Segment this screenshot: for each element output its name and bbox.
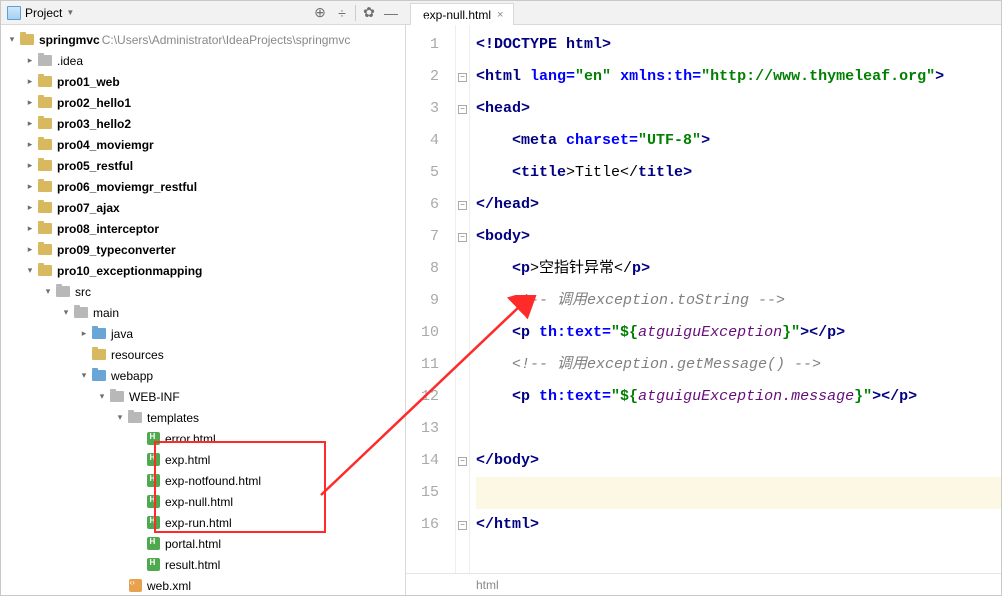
html-file-icon [147, 474, 160, 487]
tree-item-module-open[interactable]: ▾pro10_exceptionmapping [1, 260, 405, 281]
module-icon [38, 76, 52, 87]
source-folder-icon [92, 328, 106, 339]
tree-file[interactable]: ▸portal.html [1, 533, 405, 554]
fold-icon[interactable]: − [458, 521, 467, 530]
tree-item-module[interactable]: ▸pro08_interceptor [1, 218, 405, 239]
tree-item-main[interactable]: ▾main [1, 302, 405, 323]
chevron-right-icon[interactable]: ▸ [23, 160, 37, 171]
code-editor[interactable]: 1234 5678 9101112 13141516 − − − − − − <… [406, 25, 1001, 595]
fold-icon[interactable]: − [458, 105, 467, 114]
hide-icon[interactable]: — [382, 4, 400, 22]
html-file-icon [147, 495, 160, 508]
html-file-icon [147, 537, 160, 550]
tree-item-module[interactable]: ▸pro01_web [1, 71, 405, 92]
xml-file-icon [129, 579, 142, 592]
html-file-icon [147, 558, 160, 571]
fold-icon[interactable]: − [458, 457, 467, 466]
tree-item-templates[interactable]: ▾templates [1, 407, 405, 428]
folder-icon [110, 391, 124, 402]
select-opened-file-icon[interactable]: ⊕ [311, 4, 329, 22]
chevron-down-icon[interactable]: ▾ [113, 412, 127, 423]
tree-file-webxml[interactable]: ▸web.xml [1, 575, 405, 595]
collapse-all-icon[interactable]: ÷ [333, 4, 351, 22]
html-file-icon [147, 516, 160, 529]
tree-item-java[interactable]: ▸java [1, 323, 405, 344]
tree-item-module[interactable]: ▸pro05_restful [1, 155, 405, 176]
resources-folder-icon [92, 349, 106, 360]
editor-tabs-bar: exp-null.html × [406, 1, 1001, 24]
gear-icon[interactable]: ✿ [360, 4, 378, 22]
html-file-icon [147, 453, 160, 466]
editor-breadcrumb[interactable]: html [406, 573, 1001, 595]
tree-item-module[interactable]: ▸pro02_hello1 [1, 92, 405, 113]
module-icon [38, 160, 52, 171]
folder-icon [56, 286, 70, 297]
project-tool-label[interactable]: Project [25, 6, 62, 20]
tree-item-module[interactable]: ▸pro04_moviemgr [1, 134, 405, 155]
code-area[interactable]: <!DOCTYPE html> <html lang="en" xmlns:th… [470, 25, 1001, 573]
folder-icon [74, 307, 88, 318]
folder-icon [20, 34, 34, 45]
chevron-down-icon[interactable]: ▼ [66, 8, 74, 17]
editor-tab-exp-null[interactable]: exp-null.html × [410, 3, 514, 25]
tree-file[interactable]: ▸exp-notfound.html [1, 470, 405, 491]
chevron-right-icon[interactable]: ▸ [23, 55, 37, 66]
chevron-right-icon[interactable]: ▸ [23, 244, 37, 255]
chevron-right-icon[interactable]: ▸ [23, 76, 37, 87]
divider [355, 5, 356, 21]
chevron-right-icon[interactable]: ▸ [23, 139, 37, 150]
module-icon [38, 244, 52, 255]
module-icon [38, 202, 52, 213]
breadcrumb-item[interactable]: html [476, 578, 499, 592]
chevron-down-icon[interactable]: ▾ [23, 265, 37, 276]
project-icon [7, 6, 21, 20]
module-icon [38, 223, 52, 234]
module-icon [38, 97, 52, 108]
current-line [476, 477, 1001, 509]
chevron-right-icon[interactable]: ▸ [23, 97, 37, 108]
tree-item-src[interactable]: ▾src [1, 281, 405, 302]
tree-root[interactable]: ▾ springmvc C:\Users\Administrator\IdeaP… [1, 29, 405, 50]
chevron-right-icon[interactable]: ▸ [23, 202, 37, 213]
chevron-down-icon[interactable]: ▾ [41, 286, 55, 297]
module-icon [38, 265, 52, 276]
tree-file[interactable]: ▸result.html [1, 554, 405, 575]
tree-item-webapp[interactable]: ▾webapp [1, 365, 405, 386]
fold-icon[interactable]: − [458, 233, 467, 242]
module-icon [38, 181, 52, 192]
tree-file[interactable]: ▸exp.html [1, 449, 405, 470]
chevron-down-icon[interactable]: ▾ [5, 34, 19, 45]
tree-file[interactable]: ▸exp-null.html [1, 491, 405, 512]
tree-file[interactable]: ▸exp-run.html [1, 512, 405, 533]
tree-item-webinf[interactable]: ▾WEB-INF [1, 386, 405, 407]
chevron-right-icon[interactable]: ▸ [77, 328, 91, 339]
tree-item-module[interactable]: ▸pro06_moviemgr_restful [1, 176, 405, 197]
chevron-down-icon[interactable]: ▾ [95, 391, 109, 402]
fold-icon[interactable]: − [458, 201, 467, 210]
html-file-icon [147, 432, 160, 445]
chevron-right-icon[interactable]: ▸ [23, 118, 37, 129]
project-tree[interactable]: ▾ springmvc C:\Users\Administrator\IdeaP… [1, 25, 406, 595]
tree-item-module[interactable]: ▸pro09_typeconverter [1, 239, 405, 260]
module-icon [38, 139, 52, 150]
close-tab-icon[interactable]: × [495, 9, 505, 21]
tree-file[interactable]: ▸error.html [1, 428, 405, 449]
tree-item-module[interactable]: ▸pro03_hello2 [1, 113, 405, 134]
chevron-right-icon[interactable]: ▸ [23, 181, 37, 192]
chevron-right-icon[interactable]: ▸ [23, 223, 37, 234]
chevron-down-icon[interactable]: ▾ [77, 370, 91, 381]
chevron-down-icon[interactable]: ▾ [59, 307, 73, 318]
tree-item-resources[interactable]: ▸resources [1, 344, 405, 365]
folder-icon [38, 55, 52, 66]
web-folder-icon [92, 370, 106, 381]
fold-gutter: − − − − − − [456, 25, 470, 573]
fold-icon[interactable]: − [458, 73, 467, 82]
tab-filename: exp-null.html [423, 8, 491, 22]
tree-item-module[interactable]: ▸pro07_ajax [1, 197, 405, 218]
line-number-gutter: 1234 5678 9101112 13141516 [406, 25, 456, 573]
module-icon [38, 118, 52, 129]
project-tool-window-header: Project ▼ ⊕ ÷ ✿ — [1, 1, 406, 24]
folder-icon [128, 412, 142, 423]
tree-item-idea[interactable]: ▸ .idea [1, 50, 405, 71]
